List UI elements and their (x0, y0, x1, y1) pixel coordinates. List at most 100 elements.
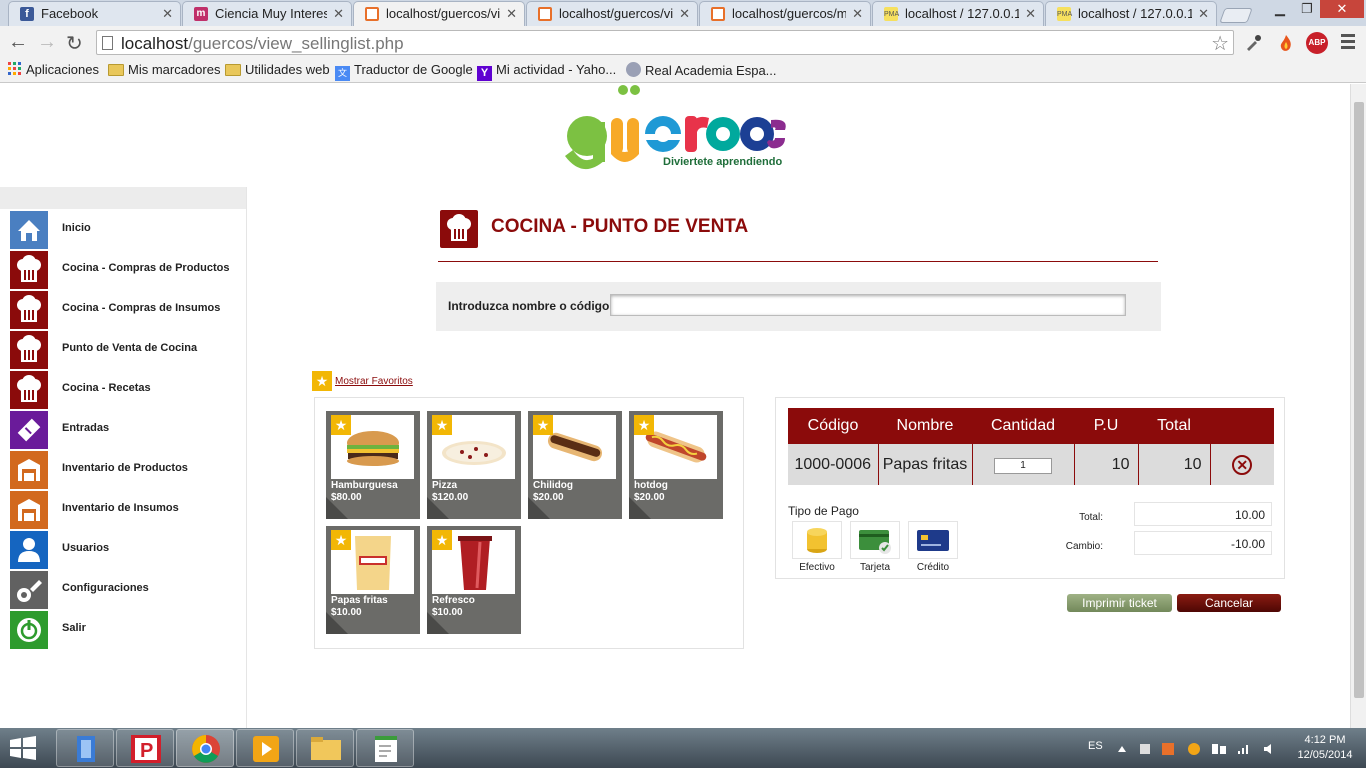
reload-icon[interactable]: ↻ (66, 31, 83, 56)
tab-phpmyadmin-1[interactable]: PMA localhost / 127.0.0.1 / g ✕ (872, 1, 1044, 26)
favorite-star-icon[interactable]: ★ (331, 415, 351, 435)
payment-efectivo-label: Efectivo (799, 562, 835, 573)
close-icon[interactable]: ✕ (333, 6, 344, 22)
favorite-star-icon[interactable]: ★ (432, 530, 452, 550)
tab-active-selling[interactable]: localhost/guercos/view ✕ (353, 1, 525, 27)
cell-nombre: Papas fritas (877, 444, 972, 485)
sidebar-item-salir[interactable]: Salir (10, 611, 246, 649)
language-indicator[interactable]: ES (1088, 740, 1103, 752)
product-tile-papas-fritas[interactable]: ★ Papas fritas $10.00 (326, 526, 420, 634)
taskbar-app-p[interactable]: P (116, 729, 174, 767)
tab-muy-interesante[interactable]: m Ciencia Muy Interesan ✕ (182, 1, 352, 26)
payment-tarjeta-label: Tarjeta (859, 562, 890, 573)
favorite-star-icon[interactable]: ★ (634, 415, 654, 435)
bookmark-traductor[interactable]: 文 Traductor de Google (335, 62, 473, 81)
bookmark-utilidades-web[interactable]: Utilidades web (225, 62, 330, 77)
taskbar-notepad[interactable] (356, 729, 414, 767)
close-icon[interactable]: ✕ (679, 6, 690, 22)
title-divider (438, 261, 1158, 262)
close-icon[interactable]: ✕ (852, 6, 863, 22)
system-clock[interactable]: 4:12 PM 12/05/2014 (1290, 733, 1360, 763)
address-bar[interactable]: localhost/guercos/view_sellinglist.php ☆ (96, 30, 1234, 55)
remove-item-icon[interactable]: ✕ (1232, 454, 1253, 475)
sidebar-item-inicio[interactable]: Inicio (10, 211, 246, 249)
taskbar-file-explorer[interactable] (56, 729, 114, 767)
taskbar-media[interactable] (236, 729, 294, 767)
taskbar-chrome[interactable] (176, 729, 234, 767)
ticket-icon (10, 411, 48, 449)
tab-ma[interactable]: localhost/guercos/ma ✕ (699, 1, 871, 26)
soda-cup-icon: ★ (432, 530, 515, 594)
system-tray-icons[interactable] (1116, 742, 1276, 756)
sidebar-item-label: Inicio (62, 222, 91, 234)
product-tile-chilidog[interactable]: ★ Chilidog $20.00 (528, 411, 622, 519)
print-ticket-button[interactable]: Imprimir ticket (1067, 594, 1172, 612)
sidebar-item-usuarios[interactable]: Usuarios (10, 531, 246, 569)
sidebar-item-punto-venta[interactable]: Punto de Venta de Cocina (10, 331, 246, 369)
close-icon[interactable]: ✕ (506, 6, 517, 22)
vertical-scrollbar[interactable] (1350, 84, 1366, 728)
payment-efectivo-button[interactable] (792, 521, 842, 559)
bookmark-mis-marcadores[interactable]: Mis marcadores (108, 62, 220, 77)
sidebar-item-inventario-insumos[interactable]: Inventario de Insumos (10, 491, 246, 529)
bookmark-star-icon[interactable]: ☆ (1211, 31, 1229, 56)
sidebar-item-label: Salir (62, 622, 86, 634)
back-arrow-icon[interactable]: ← (8, 31, 28, 54)
sidebar-item-configuraciones[interactable]: Configuraciones (10, 571, 246, 609)
maximize-icon[interactable]: ❐ (1294, 0, 1320, 18)
menu-icon[interactable] (1341, 34, 1355, 50)
windows-start-icon[interactable] (8, 736, 38, 760)
new-tab-button[interactable] (1219, 8, 1253, 23)
tab-facebook[interactable]: f Facebook ✕ (8, 1, 181, 26)
scrollbar-thumb[interactable] (1354, 102, 1364, 698)
favorite-star-icon[interactable]: ★ (533, 415, 553, 435)
close-icon[interactable]: ✕ (162, 6, 173, 22)
sidebar-item-inventario-productos[interactable]: Inventario de Productos (10, 451, 246, 489)
adblock-icon[interactable]: ABP (1306, 32, 1328, 54)
minimize-icon[interactable]: ▁ (1266, 0, 1294, 18)
quantity-input[interactable]: 1 (994, 458, 1052, 474)
cancel-button[interactable]: Cancelar (1177, 594, 1281, 612)
bookmark-label: Traductor de Google (354, 62, 473, 77)
coins-icon (807, 528, 827, 553)
product-tile-hotdog[interactable]: ★ hotdog $20.00 (629, 411, 723, 519)
favorite-star-icon[interactable]: ★ (331, 530, 351, 550)
close-icon[interactable]: ✕ (1025, 6, 1036, 22)
col-total: Total (1138, 408, 1210, 444)
product-tile-refresco[interactable]: ★ Refresco $10.00 (427, 526, 521, 634)
user-icon (10, 531, 48, 569)
sidebar-item-recetas[interactable]: Cocina - Recetas (10, 371, 246, 409)
eyedropper-icon[interactable] (1243, 33, 1263, 53)
presentation-app-icon: P (131, 735, 161, 763)
product-tile-pizza[interactable]: ★ Pizza $120.00 (427, 411, 521, 519)
show-favorites-link[interactable]: Mostrar Favoritos (335, 376, 413, 387)
tab-view[interactable]: localhost/guercos/view ✕ (526, 1, 698, 26)
taskbar-folder[interactable] (296, 729, 354, 767)
product-tile-hamburguesa[interactable]: ★ Hamburguesa $80.00 (326, 411, 420, 519)
bookmark-yahoo[interactable]: Y Mi actividad - Yaho... (477, 62, 616, 81)
favorite-star-icon[interactable]: ★ (432, 415, 452, 435)
facebook-icon: f (20, 7, 34, 21)
cart-panel: Código Nombre Cantidad P.U Total 1000-00… (775, 397, 1285, 579)
page-content: Diviertete aprendiendo Inicio Cocina - C… (0, 84, 1350, 728)
sidebar-item-compras-insumos[interactable]: Cocina - Compras de Insumos (10, 291, 246, 329)
payment-credito-button[interactable] (908, 521, 958, 559)
search-input[interactable] (610, 294, 1126, 316)
page-title: COCINA - PUNTO DE VENTA (491, 216, 749, 237)
close-window-icon[interactable]: ✕ (1320, 0, 1364, 18)
sidebar-item-label: Inventario de Productos (62, 462, 188, 474)
bookmark-rae[interactable]: Real Academia Espa... (626, 62, 777, 78)
chef-hat-icon (440, 210, 478, 248)
tab-phpmyadmin-2[interactable]: PMA localhost / 127.0.0.1 / g ✕ (1045, 1, 1217, 26)
forward-arrow-icon[interactable]: → (37, 31, 57, 54)
show-favorites-toggle[interactable]: ★ Mostrar Favoritos (312, 371, 413, 391)
bookmark-apps[interactable]: Aplicaciones (8, 62, 99, 79)
sidebar-item-entradas[interactable]: Entradas (10, 411, 246, 449)
bookmarks-bar: Aplicaciones Mis marcadores Utilidades w… (0, 59, 1366, 83)
guercos-logo[interactable]: Diviertete aprendiendo (563, 84, 793, 176)
muyinteresante-icon: m (194, 7, 208, 21)
payment-tarjeta-button[interactable] (850, 521, 900, 559)
close-icon[interactable]: ✕ (1198, 6, 1209, 22)
sidebar-item-compras-productos[interactable]: Cocina - Compras de Productos (10, 251, 246, 289)
flame-extension-icon[interactable] (1276, 33, 1296, 53)
